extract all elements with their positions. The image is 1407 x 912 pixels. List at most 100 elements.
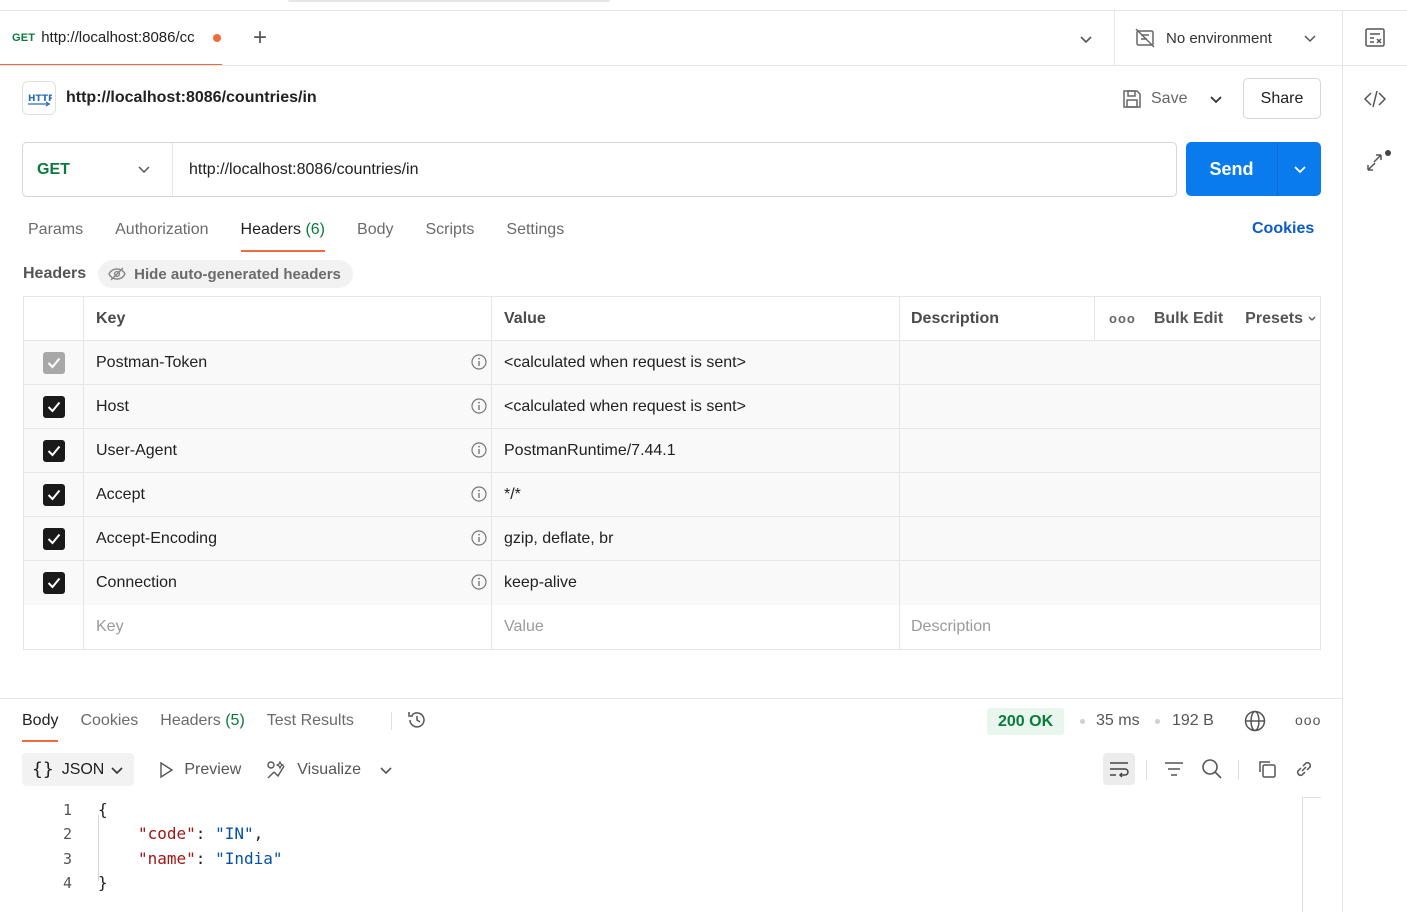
response-more-icon[interactable]: ooo [1295,712,1321,728]
info-icon[interactable] [471,530,487,546]
share-button[interactable]: Share [1243,78,1321,119]
check-icon [47,445,60,456]
link-icon[interactable] [1288,753,1320,785]
new-value-input[interactable]: Value [492,605,900,649]
editor-scrollbar[interactable] [1302,797,1303,912]
response-tab-headers[interactable]: Headers (5) [160,706,245,742]
cookies-link[interactable]: Cookies [1252,220,1314,238]
history-icon[interactable] [406,709,428,731]
visualize-label: Visualize [297,760,362,778]
response-size[interactable]: 192 B [1172,712,1214,730]
response-body-editor[interactable]: 1 2 3 4 { "code": "IN", "name": "India" … [22,797,1302,912]
save-options-chevron-icon[interactable] [1205,88,1227,110]
format-label: JSON [61,760,105,778]
tab-settings[interactable]: Settings [506,216,564,252]
row-checkbox[interactable] [42,395,65,418]
row-value[interactable]: keep-alive [492,561,900,605]
code-snippet-icon[interactable] [1362,86,1388,112]
status-badge[interactable]: 200 OK [987,708,1065,735]
row-key[interactable]: Host [84,385,492,428]
line-number: 2 [62,825,72,843]
response-time[interactable]: 35 ms [1096,712,1140,730]
url-input[interactable]: http://localhost:8086/countries/in [173,161,418,179]
tab-headers[interactable]: Headers (6) [240,216,325,252]
row-description[interactable] [900,429,1320,472]
row-value[interactable]: PostmanRuntime/7.44.1 [492,429,900,472]
related-collections-icon[interactable] [1364,148,1394,176]
environment-selector[interactable]: No environment [1114,11,1340,65]
filter-icon[interactable] [1158,753,1190,785]
url-bar: GET http://localhost:8086/countries/in [22,142,1177,197]
tabs-dropdown-chevron-icon[interactable] [1076,29,1096,49]
new-tab-button[interactable]: + [247,24,273,51]
row-checkbox[interactable] [42,351,65,374]
column-options-icon[interactable]: ooo [1109,311,1136,326]
row-key[interactable]: User-Agent [84,429,492,472]
send-options-chevron-icon[interactable] [1278,161,1321,177]
row-value[interactable]: */* [492,473,900,516]
row-checkbox[interactable] [42,439,65,462]
save-icon [1123,90,1141,108]
table-row: Connection keep-alive [24,561,1320,605]
meta-separator-dot [1080,719,1085,724]
save-button[interactable]: Save [1121,86,1187,112]
info-icon[interactable] [471,442,487,458]
row-checkbox[interactable] [42,527,65,550]
copy-icon[interactable] [1251,753,1283,785]
row-checkbox[interactable] [42,483,65,506]
format-select[interactable]: {} JSON [22,753,135,786]
request-tab[interactable]: GET http://localhost:8086/cc [0,11,222,65]
send-button[interactable]: Send [1186,159,1277,180]
tab-scripts[interactable]: Scripts [425,216,474,252]
table-row: Postman-Token <calculated when request is… [24,341,1320,385]
tabbar-divider-right [1342,11,1343,65]
tab-method: GET [12,31,36,44]
response-tabs-divider [391,712,392,730]
wrap-lines-icon[interactable] [1103,753,1135,785]
info-icon[interactable] [471,354,487,370]
row-description[interactable] [900,341,1320,384]
editor-scrollbar-cap [1302,797,1321,798]
tab-params[interactable]: Params [28,216,83,252]
response-tab-body[interactable]: Body [22,706,59,742]
bulk-edit-button[interactable]: Bulk Edit [1154,310,1223,328]
row-value[interactable]: gzip, deflate, br [492,517,900,560]
visualize-button[interactable]: Visualize [265,759,361,781]
row-description[interactable] [900,385,1320,428]
row-checkbox[interactable] [42,572,65,594]
row-value[interactable]: <calculated when request is sent> [492,385,900,428]
search-icon[interactable] [1196,753,1228,785]
row-key[interactable]: Postman-Token [84,341,492,384]
response-tab-test-results[interactable]: Test Results [267,706,354,742]
globe-icon[interactable] [1243,709,1267,733]
tab-authorization[interactable]: Authorization [115,216,208,252]
row-description[interactable] [900,517,1320,560]
info-icon[interactable] [471,486,487,502]
tab-body[interactable]: Body [357,216,393,252]
method-select[interactable]: GET [23,143,173,196]
format-chevron-icon [111,766,123,774]
new-description-input[interactable]: Description [900,605,1320,649]
http-request-icon: HTTP [22,81,56,115]
row-description[interactable] [900,561,1320,605]
response-tab-cookies[interactable]: Cookies [80,706,138,742]
response-divider[interactable] [0,698,1342,699]
visualize-chevron-icon[interactable] [379,763,393,777]
window-top-strip [0,0,1407,11]
row-key[interactable]: Connection [84,561,492,605]
preview-button[interactable]: Preview [158,761,241,779]
hide-auto-headers-toggle[interactable]: Hide auto-generated headers [98,260,353,288]
request-title[interactable]: http://localhost:8086/countries/in [66,89,317,107]
info-icon[interactable] [471,398,487,414]
info-icon[interactable] [471,574,487,590]
row-key[interactable]: Accept [84,473,492,516]
right-rail-divider [1342,66,1343,912]
check-icon [47,533,60,544]
presets-button[interactable]: Presets [1245,310,1317,328]
row-value[interactable]: <calculated when request is sent> [492,341,900,384]
row-checkbox-cell [24,341,84,384]
environment-quick-look-icon[interactable] [1362,25,1388,51]
new-key-input[interactable]: Key [84,605,492,649]
row-description[interactable] [900,473,1320,516]
row-key[interactable]: Accept-Encoding [84,517,492,560]
